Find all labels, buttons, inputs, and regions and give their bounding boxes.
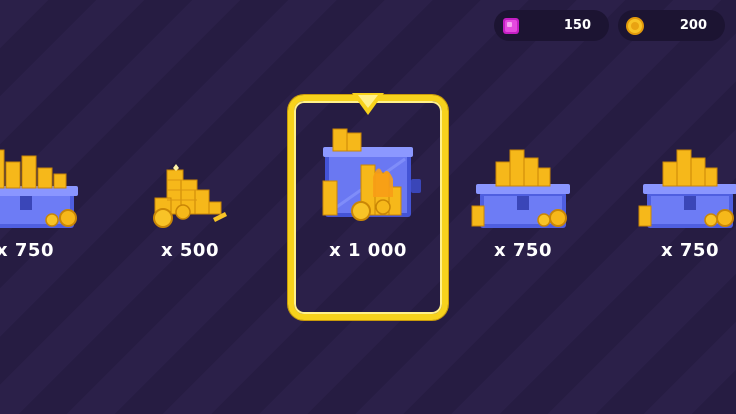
coin-balance-value: 200 [679,18,707,33]
offer-amount: x 1 000 [329,240,407,261]
offer-amount: x 500 [161,240,219,261]
coin-chest-icon [471,149,570,228]
coin-balance: 200 [618,10,725,41]
offer-amount: x 750 [494,240,552,261]
offer-card-1[interactable]: x 750 [0,95,105,320]
gem-balance: 150 [494,10,609,41]
coin-pile-icon [153,164,227,228]
gem-icon [503,18,519,34]
selection-notch-icon [352,93,384,115]
offer-amount: x 750 [661,240,719,261]
coin-crate-icon [322,128,421,221]
offer-card-4[interactable]: x 750 [443,95,603,320]
offer-card-5[interactable]: x 750 [610,95,736,320]
gem-balance-value: 150 [563,18,591,33]
offer-card-2[interactable]: x 500 [110,95,270,320]
coin-icon [626,17,644,35]
coin-chest-icon [0,149,78,228]
offer-amount: x 750 [0,240,54,261]
offer-card-3[interactable]: x 1 000 [288,95,448,320]
coin-chest-icon [638,149,736,228]
